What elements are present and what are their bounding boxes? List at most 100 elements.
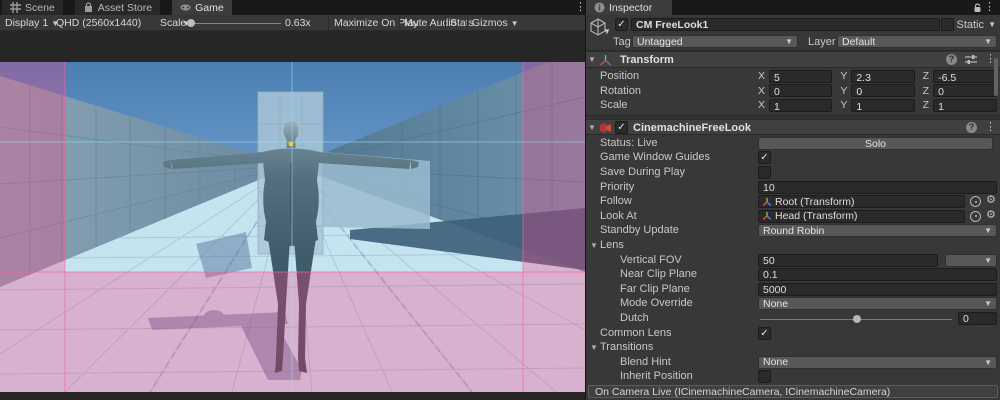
gameobject-icon-caret[interactable]: ▼ xyxy=(603,27,611,36)
object-picker-icon[interactable] xyxy=(970,196,981,207)
far-clip-field[interactable]: 5000 xyxy=(758,283,997,296)
follow-object-field[interactable]: Root (Transform) xyxy=(758,195,965,208)
inspector-scrollbar[interactable] xyxy=(994,58,998,96)
tag-dropdown[interactable]: Untagged▼ xyxy=(632,35,798,48)
inspector-panel: Inspector ⋮ ▼ ✓ CM FreeLook1 Static ▼ Ta… xyxy=(586,0,1000,400)
follow-row: Follow Root (Transform) ⚙ xyxy=(586,194,1000,209)
tab-asset-store[interactable]: Asset Store xyxy=(75,0,160,15)
foldout-arrow-icon[interactable]: ▼ xyxy=(588,123,597,132)
foldout-arrow-icon[interactable]: ▼ xyxy=(590,241,599,250)
solo-button[interactable]: Solo xyxy=(758,137,993,150)
inherit-position-checkbox[interactable] xyxy=(758,370,771,383)
game-tabstrip: Scene Asset Store Game ⋮ xyxy=(0,0,585,15)
scale-label: Scale xyxy=(600,99,628,111)
foldout-arrow-icon[interactable]: ▼ xyxy=(588,55,597,64)
rotation-z-field[interactable]: 0 xyxy=(933,84,997,97)
gear-icon[interactable]: ⚙ xyxy=(986,209,996,221)
transform-icon xyxy=(762,211,772,221)
static-label: Static xyxy=(956,19,984,31)
transform-icon xyxy=(599,54,612,67)
dutch-field[interactable]: 0 xyxy=(958,312,997,325)
position-row: Position X5 Y2.3 Z-6.5 xyxy=(586,69,1000,84)
inspector-tabstrip: Inspector ⋮ xyxy=(586,0,1000,15)
blend-hint-row: Blend Hint None▼ xyxy=(586,355,1000,370)
guide-left-zone xyxy=(0,62,65,392)
tab-scene[interactable]: Scene xyxy=(2,0,63,15)
gameobject-name-field[interactable]: CM FreeLook1 xyxy=(631,18,940,31)
layer-value: Default xyxy=(842,36,875,48)
gizmos-label: Gizmos xyxy=(472,17,508,29)
follow-value: Root (Transform) xyxy=(775,196,855,208)
rotation-y-field[interactable]: 0 xyxy=(851,84,914,97)
priority-row: Priority 10 xyxy=(586,180,1000,195)
scale-value: 0.63x xyxy=(285,15,311,31)
layer-label: Layer xyxy=(808,36,836,48)
tab-inspector[interactable]: Inspector xyxy=(586,0,672,15)
stats-button[interactable]: Stats xyxy=(450,15,474,31)
display-dropdown-label: Display 1 xyxy=(5,17,48,29)
look-at-value: Head (Transform) xyxy=(775,210,857,222)
save-during-play-row: Save During Play xyxy=(586,165,1000,180)
gameobject-active-checkbox[interactable]: ✓ xyxy=(615,18,628,31)
freelook-title: CinemachineFreeLook xyxy=(633,122,751,134)
scale-y-field[interactable]: 1 xyxy=(851,99,914,112)
scale-z-field[interactable]: 1 xyxy=(933,99,997,112)
gear-icon[interactable]: ⚙ xyxy=(986,194,996,206)
near-clip-field[interactable]: 0.1 xyxy=(758,268,997,281)
game-toolbar: Display 1 ▼ QHD (2560x1440) ▼ Scale 0.63… xyxy=(0,15,585,31)
game-window-guides-checkbox[interactable]: ✓ xyxy=(758,151,771,164)
transform-title: Transform xyxy=(620,54,674,66)
layer-dropdown[interactable]: Default▼ xyxy=(837,35,997,48)
tab-game[interactable]: Game xyxy=(172,0,232,15)
guide-bottom-zone xyxy=(65,272,523,392)
rotation-row: Rotation X0 Y0 Z0 xyxy=(586,84,1000,99)
transform-body: Position X5 Y2.3 Z-6.5 Rotation X0 Y0 Z0… xyxy=(586,68,1000,115)
static-dropdown-caret[interactable]: ▼ xyxy=(988,20,996,29)
static-checkbox[interactable] xyxy=(941,18,954,31)
foldout-arrow-icon[interactable]: ▼ xyxy=(590,343,599,352)
inspector-menu-icon[interactable]: ⋮ xyxy=(984,2,995,13)
position-z-field[interactable]: -6.5 xyxy=(933,70,997,83)
scale-slider-knob[interactable] xyxy=(187,19,195,27)
freelook-header[interactable]: ▼ ✓ CinemachineFreeLook ? ⋮ xyxy=(586,119,1000,135)
game-window-guides-row: Game Window Guides ✓ xyxy=(586,150,1000,165)
dutch-slider-knob[interactable] xyxy=(853,315,861,323)
mode-override-dropdown[interactable]: None▼ xyxy=(758,297,997,310)
transitions-foldout-row: ▼ Transitions xyxy=(586,340,1000,355)
priority-field[interactable]: 10 xyxy=(758,181,997,194)
help-icon[interactable]: ? xyxy=(966,122,977,133)
scale-slider-track[interactable] xyxy=(188,23,281,24)
vertical-fov-row: Vertical FOV 50 ▼ xyxy=(586,253,1000,268)
game-viewport[interactable] xyxy=(0,62,585,392)
scale-x-field[interactable]: 1 xyxy=(769,99,832,112)
position-x-field[interactable]: 5 xyxy=(769,70,832,83)
guide-right-zone xyxy=(523,62,585,392)
presets-icon[interactable] xyxy=(965,54,977,65)
lock-icon[interactable] xyxy=(973,3,982,13)
gizmos-dropdown[interactable]: Gizmos ▼ xyxy=(472,15,519,31)
transform-header[interactable]: ▼ Transform ? ⋮ xyxy=(586,51,1000,68)
common-lens-checkbox[interactable]: ✓ xyxy=(758,327,771,340)
object-picker-icon[interactable] xyxy=(970,211,981,222)
vertical-fov-field[interactable]: 50 xyxy=(758,254,938,267)
save-during-play-checkbox[interactable] xyxy=(758,166,771,179)
inherit-position-row: Inherit Position xyxy=(586,369,1000,384)
standby-update-row: Standby Update Round Robin▼ xyxy=(586,223,1000,238)
freelook-enabled-checkbox[interactable]: ✓ xyxy=(615,121,628,134)
look-at-row: Look At Head (Transform) ⚙ xyxy=(586,209,1000,224)
position-y-field[interactable]: 2.3 xyxy=(851,70,914,83)
standby-update-dropdown[interactable]: Round Robin▼ xyxy=(758,224,997,237)
fov-preset-dropdown[interactable]: ▼ xyxy=(945,254,997,267)
common-lens-row: Common Lens ✓ xyxy=(586,326,1000,341)
rotation-x-field[interactable]: 0 xyxy=(769,84,832,97)
mute-audio-button[interactable]: Mute Audio xyxy=(404,15,457,31)
blend-hint-dropdown[interactable]: None▼ xyxy=(758,356,997,369)
far-clip-row: Far Clip Plane 5000 xyxy=(586,282,1000,297)
look-at-object-field[interactable]: Head (Transform) xyxy=(758,210,965,223)
tracking-target-dot xyxy=(289,142,294,147)
game-panel: Scene Asset Store Game ⋮ Display 1 ▼ QHD… xyxy=(0,0,585,400)
help-icon[interactable]: ? xyxy=(946,54,957,65)
cinemachine-icon xyxy=(598,122,612,134)
component-menu-icon[interactable]: ⋮ xyxy=(985,122,996,133)
position-label: Position xyxy=(600,70,639,82)
